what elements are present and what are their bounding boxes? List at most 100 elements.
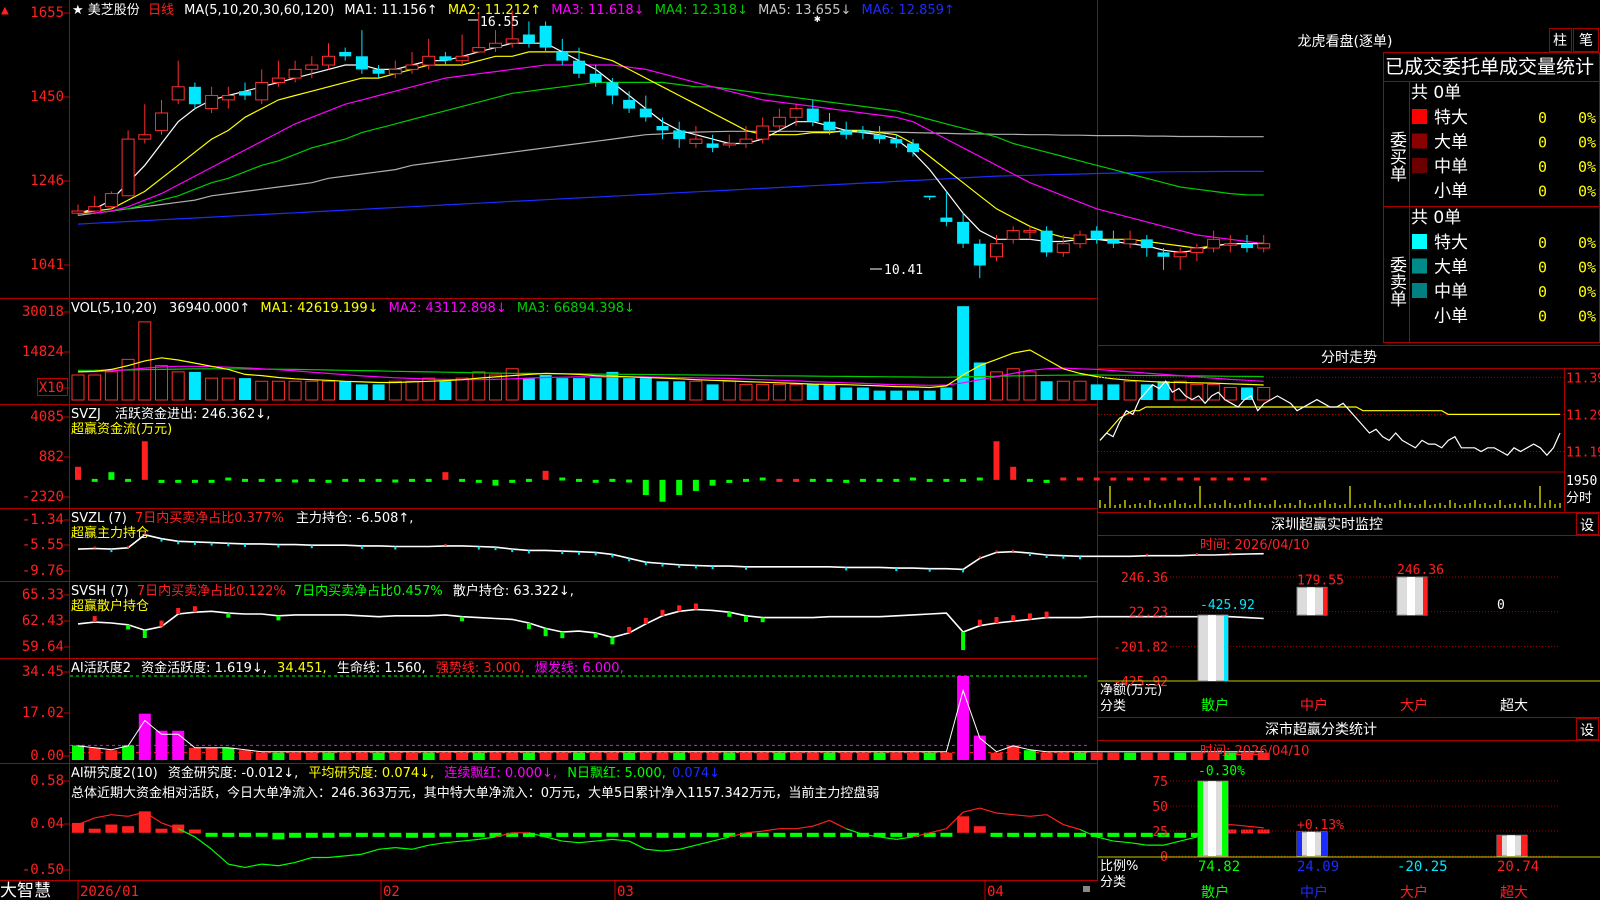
svzj-bar [1160,477,1167,481]
collapse-arrow-icon[interactable]: ▲ [1,3,9,18]
ai-research-bar [940,832,953,837]
candle-body-down [907,143,919,153]
star-icon[interactable]: ★ [72,3,84,18]
ai-research-line-seg [796,825,813,830]
ai-research-line-seg [194,836,212,850]
candle-body-up [138,134,152,140]
volume-bar-up [155,365,168,401]
ma6-line [77,170,1264,225]
volume-bar-down [355,384,368,400]
sz-stats-value-label: -20.25 [1397,859,1448,875]
ai-activity-bar [556,752,569,760]
volume-bar-up [171,371,185,401]
svsh-up-tick [677,605,682,612]
svsh-up-tick [627,626,632,633]
svsh-down-tick [526,623,531,630]
volume-bar-down [589,378,602,400]
svzj-bar [509,479,516,483]
lhb-row-pct: 0% [1578,134,1596,152]
brand-logo: 大智慧 [0,881,51,900]
sz-monitor-bar-edge [1423,577,1427,616]
ai-activity-bar [823,752,836,760]
svsh-title: SVSH (7) [71,584,129,599]
sz-monitor-marks: 246.36 22.23 -201.82 -425.92 -425.92 散户 179.55… [1098,563,1600,714]
y-tick-label: 65.33 [22,587,64,603]
svsh-position: 散户持仓: 63.322↓, [453,583,574,599]
candle-body-down [623,99,636,109]
ai-research-bar [957,816,970,833]
lhb-row-pct: 0% [1578,183,1596,201]
svzj-bar [793,478,800,482]
lhb-row-label: 特大 [1434,233,1468,253]
lhb-row-count: 0 [1538,308,1547,326]
sz-stats-value-label: 24.09 [1297,859,1339,875]
candle-body-down [1107,239,1120,244]
period-label[interactable]: 日线 [148,3,174,18]
lock-icon[interactable] [1083,886,1090,892]
tab-tick-label[interactable]: 笔 [1579,33,1593,49]
ai-research-line-seg [879,836,897,840]
sz-monitor-settings-label[interactable]: 设 [1580,518,1594,534]
tab-bar-label[interactable]: 柱 [1553,33,1567,49]
candle-body-up [1023,230,1037,233]
volume-bar-up [1073,380,1087,401]
ai-activity-bar [539,752,552,760]
candle-body-up [221,95,235,101]
ai-research-line-seg [562,840,580,844]
candle-body-down [973,243,986,266]
ai-activity-bar [255,752,268,760]
svsh-down-tick [961,632,966,650]
fenshi-marks: 11.39 11.29 11.19 [1098,371,1600,508]
ai-research-bar [372,832,385,837]
svsh-down-tick [610,637,615,645]
candle-body-up [305,64,319,70]
lhb-swatch [1412,158,1427,173]
volume-bar-down [656,381,669,400]
sz-monitor-title: 深圳超赢实时监控 [1271,516,1383,533]
ai-research-bar [472,832,485,837]
svzj-bar [709,479,716,486]
candle-body-up [1207,238,1221,249]
volume-bar-up [288,380,302,401]
svzj-bar [826,478,833,482]
ai-research-bar [188,829,201,834]
fenshi-vol-label: 1950 [1566,474,1597,489]
volume-bar-down [339,381,352,400]
ai-research-line-seg [345,853,362,857]
sz-stats-marks: 755025074.82-0.30%散户24.09+0.13%中户-20.25大… [1098,764,1600,900]
trading-screen: 1655 1450 1246 1041 30018 14824 X10 4085 882 -232… [0,0,1600,900]
sz-monitor-y-label: 246.36 [1121,571,1168,586]
sz-stats-panel: 深市超赢分类统计 设 时间: 2026/04/10 比例% 分类 7550250… [1098,717,1600,900]
ai-activity-bar [840,752,853,760]
ai-activity-bar [606,752,619,760]
ai-research-bar [255,832,268,837]
candle-body-up [1173,251,1187,258]
ai-research-line-seg [1046,814,1064,826]
candle-body-down [522,34,535,44]
sz-stats-settings-label[interactable]: 设 [1580,723,1594,739]
svsh-up-tick [159,620,164,627]
ai-research-bar [1074,832,1086,837]
svsh-header: SVSH (7) 7日内买卖净占比0.122% 7日内买卖净占比0.457% 散… [71,583,574,599]
candle-body-up [1190,247,1204,253]
candle-body-up [756,125,770,140]
ai-activity-value: 资金活跃度: 1.619↓, [141,660,267,676]
ai-activity-bar [522,752,535,760]
sz-stats-cat-label: 中户 [1300,884,1328,900]
sz-monitor-y-label: 22.23 [1129,606,1168,621]
ai-research-bar [406,832,418,838]
candle-body-down [1040,230,1053,253]
svzj-bar [692,479,699,491]
candle-body-up [455,55,469,62]
ai-activity-bar [990,752,1003,760]
candle-body-up [789,108,803,118]
ai-research-line-seg [294,856,312,864]
vol-header: VOL(5,10,20) 36940.000↑ MA1: 42619.199↓ … [71,301,635,316]
ai-activity-bar [339,752,352,760]
svzj-bar [1127,477,1134,481]
svzj-bar [158,479,165,483]
svzj-subtitle: 超赢资金流(万元) [71,421,172,437]
candle-body-up [104,193,118,208]
volume-bar-up [271,380,285,401]
lhb-swatch [1412,234,1427,249]
